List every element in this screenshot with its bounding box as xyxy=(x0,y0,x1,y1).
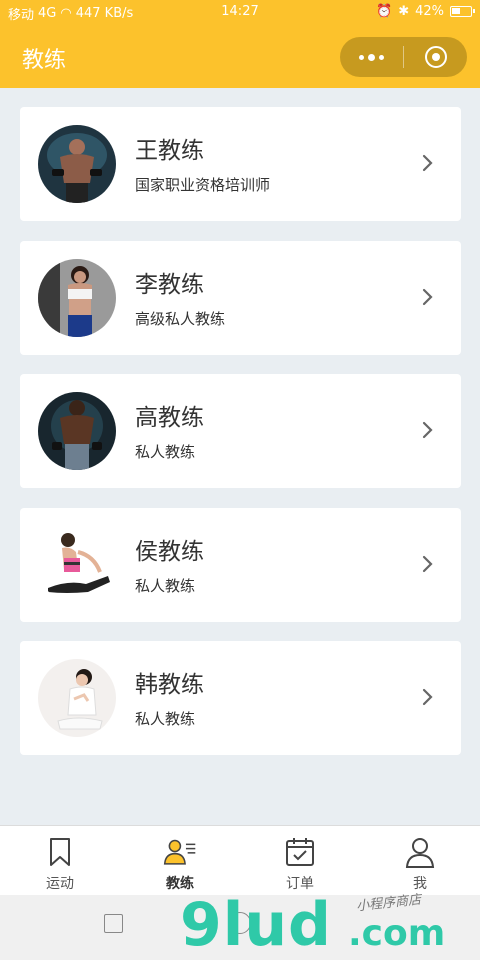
chevron-right-icon xyxy=(422,288,433,305)
coach-name: 高教练 xyxy=(135,405,204,431)
chevron-right-icon xyxy=(422,154,433,172)
tab-sport[interactable]: 运动 xyxy=(0,826,120,895)
chevron-right-icon xyxy=(422,555,433,572)
tab-me[interactable]: 我 xyxy=(360,826,480,895)
status-bar: 移动 4G ◠ 447 KB/s 14:27 ⏰ ✱ 42% xyxy=(0,0,480,26)
coach-avatar xyxy=(38,525,116,604)
page-title: 教练 xyxy=(22,48,67,73)
coach-card[interactable]: 高教练 私人教练 xyxy=(20,374,461,488)
watermark-logo: 9lud .com 小程序商店 xyxy=(180,890,480,960)
coach-description: 私人教练 xyxy=(135,443,196,461)
coach-description: 私人教练 xyxy=(135,710,196,728)
coach-icon xyxy=(163,839,196,865)
target-icon xyxy=(424,46,447,68)
coach-description: 高级私人教练 xyxy=(135,309,226,328)
user-icon xyxy=(405,838,435,868)
more-menu-button[interactable] xyxy=(340,37,403,77)
battery-percent: 42% xyxy=(415,4,444,19)
bluetooth-icon: ✱ xyxy=(398,4,410,19)
coach-list: 王教练 国家职业资格培训师 李教练 高级私人教练 高教练 私人教练 侯教练 私人… xyxy=(20,107,461,775)
coach-card[interactable]: 韩教练 私人教练 xyxy=(20,641,461,755)
coach-avatar xyxy=(38,659,116,737)
bookmark-icon xyxy=(50,838,70,866)
battery-icon xyxy=(450,6,475,17)
coach-card[interactable]: 侯教练 私人教练 xyxy=(20,507,461,622)
alarm-icon: ⏰ xyxy=(376,4,393,19)
coach-card[interactable]: 王教练 国家职业资格培训师 xyxy=(20,107,461,221)
recent-apps-button[interactable] xyxy=(104,914,123,933)
tab-bar: 运动 教练 订单 我 xyxy=(0,825,480,895)
watermark-suffix: .com xyxy=(348,913,446,954)
tab-orders[interactable]: 订单 xyxy=(240,826,360,895)
watermark-tagline: 小程序商店 xyxy=(355,892,422,915)
status-right: ⏰ ✱ 42% xyxy=(376,4,475,19)
calendar-check-icon xyxy=(286,838,314,866)
coach-description: 国家职业资格培训师 xyxy=(135,176,271,194)
chevron-right-icon xyxy=(422,421,433,439)
close-miniprogram-button[interactable] xyxy=(404,37,467,77)
coach-avatar xyxy=(38,258,116,337)
coach-name: 韩教练 xyxy=(135,672,204,698)
chevron-right-icon xyxy=(422,688,433,706)
coach-name: 王教练 xyxy=(135,138,204,164)
coach-card[interactable]: 李教练 高级私人教练 xyxy=(20,240,461,355)
more-dots-icon xyxy=(359,53,384,61)
nav-header: 教练 xyxy=(0,26,480,88)
coach-avatar xyxy=(38,392,116,470)
miniprogram-capsule xyxy=(340,37,467,77)
watermark-brand: 9lud xyxy=(180,890,332,960)
tab-label: 运动 xyxy=(46,876,74,892)
tab-coach[interactable]: 教练 xyxy=(120,826,240,895)
coach-name: 李教练 xyxy=(135,271,204,298)
coach-avatar xyxy=(38,125,116,203)
coach-description: 私人教练 xyxy=(135,576,196,595)
coach-name: 侯教练 xyxy=(135,538,204,565)
